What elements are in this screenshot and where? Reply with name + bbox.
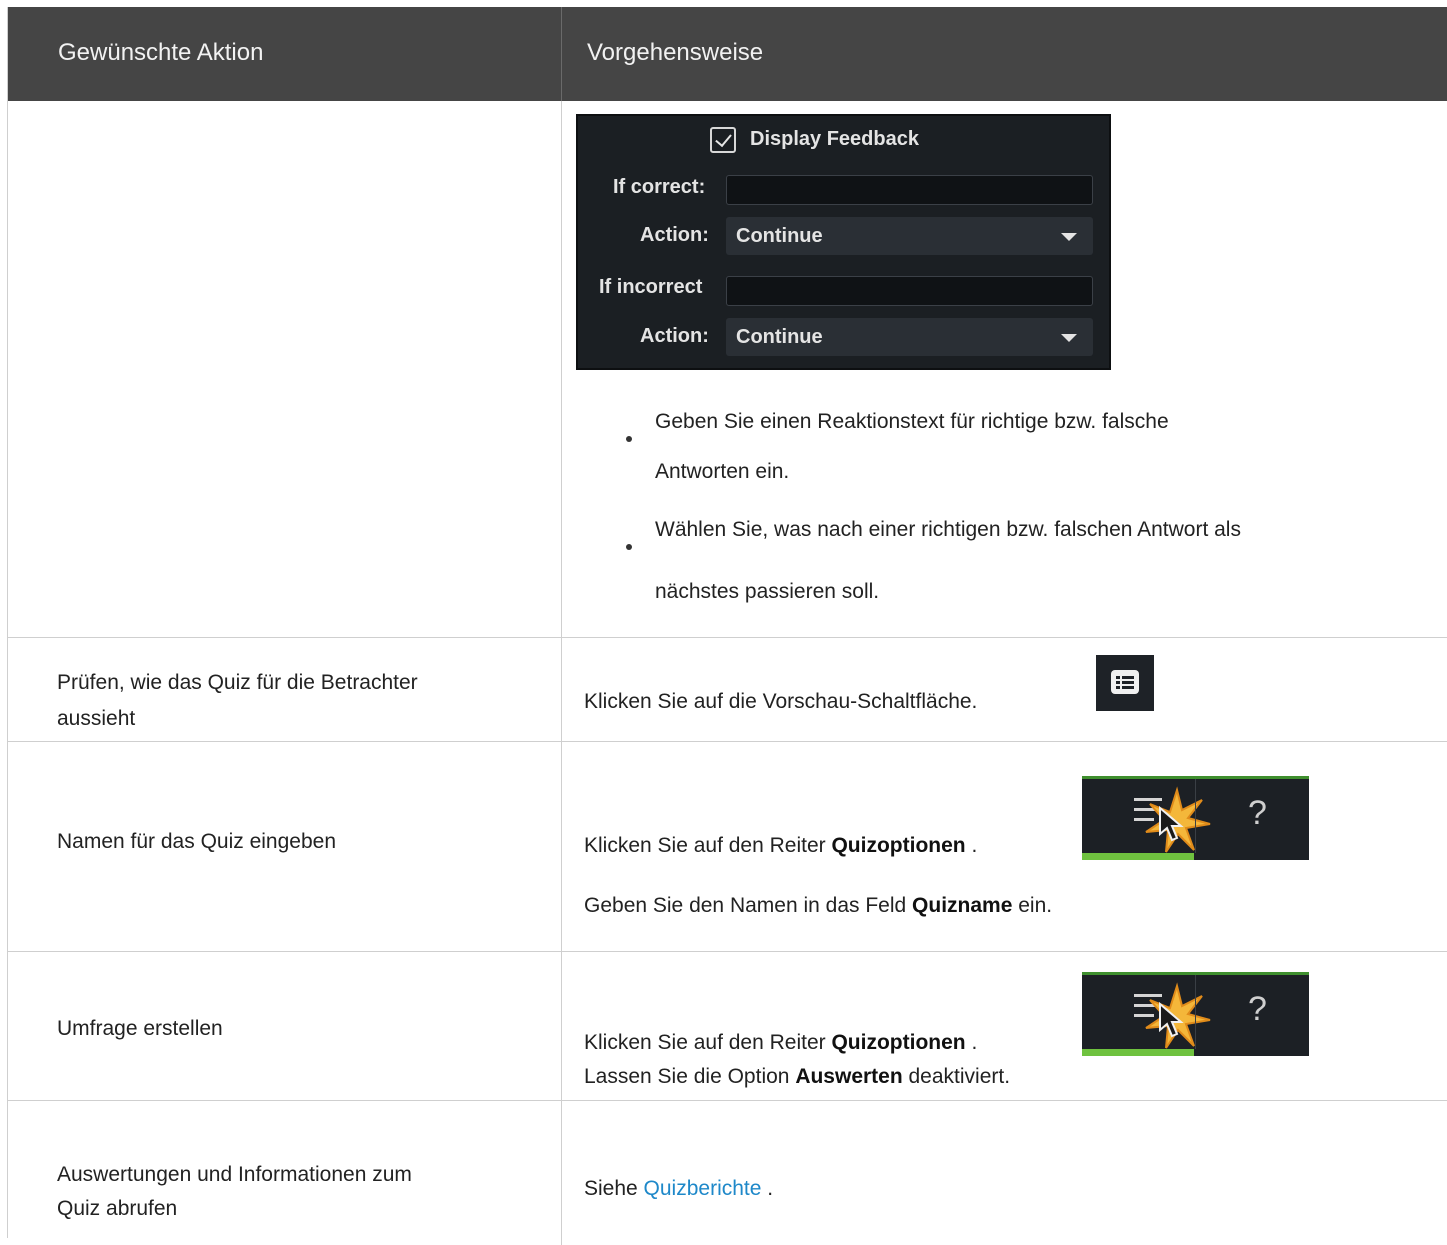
- feedback-settings-screenshot: Display Feedback If correct: Action: Con…: [576, 114, 1111, 370]
- preview-step: Klicken Sie auf die Vorschau-Schaltfläch…: [584, 690, 978, 713]
- bullet2-line1: Wählen Sie, was nach einer richtigen bzw…: [655, 518, 1241, 541]
- quiz-reports-link[interactable]: Quizberichte: [644, 1177, 762, 1200]
- action2-label: Action:: [640, 325, 709, 347]
- if-correct-field: [726, 175, 1093, 205]
- question-mark-icon: ?: [1248, 794, 1267, 832]
- quiz-options-tab-screenshot: ?: [1082, 972, 1309, 1056]
- action2-value: Continue: [736, 326, 823, 348]
- tab-separator: [1195, 779, 1196, 853]
- step2-pre: Lassen Sie die Option: [584, 1065, 796, 1088]
- chevron-down-icon: [1061, 233, 1077, 241]
- display-feedback-checkbox: [710, 127, 736, 153]
- quiz-name-action: Namen für das Quiz eingeben: [57, 830, 336, 853]
- action2-select: Continue: [726, 318, 1093, 356]
- tab-separator: [1195, 975, 1196, 1049]
- preview-button-screenshot: [1096, 655, 1154, 711]
- step1-pre: Klicken Sie auf den Reiter: [584, 1031, 832, 1054]
- quiz-options-bold: Quizoptionen: [831, 1031, 966, 1054]
- display-feedback-label: Display Feedback: [750, 128, 919, 150]
- quiz-name-step1: Klicken Sie auf den Reiter Quizoptionen …: [584, 830, 977, 862]
- reports-step-pre: Siehe: [584, 1177, 644, 1200]
- tab-active-indicator: [1082, 1049, 1194, 1056]
- step1-post: .: [965, 834, 978, 857]
- step2-post: deaktiviert.: [902, 1065, 1011, 1088]
- reports-step: Siehe Quizberichte .: [584, 1173, 773, 1205]
- if-incorrect-label: If incorrect: [599, 276, 703, 298]
- quiz-options-tab-screenshot: ?: [1082, 776, 1309, 860]
- if-incorrect-field: [726, 276, 1093, 306]
- header-separator: [561, 7, 562, 101]
- mouse-pointer-icon: [1159, 806, 1184, 842]
- reports-action-line2: Quiz abrufen: [57, 1197, 178, 1220]
- bullet-icon: [626, 436, 632, 442]
- preview-action-line1: Prüfen, wie das Quiz für die Betrachter: [57, 671, 418, 694]
- reports-action-line1: Auswertungen und Informationen zum: [57, 1163, 412, 1186]
- preview-list-icon: [1111, 670, 1139, 694]
- quiz-options-bold: Quizoptionen: [831, 834, 966, 857]
- evaluate-bold: Auswerten: [795, 1065, 903, 1088]
- header-col-procedure: Vorgehensweise: [587, 39, 764, 66]
- bullet2-line2: nächstes passieren soll.: [655, 580, 880, 603]
- mouse-pointer-icon: [1159, 1002, 1184, 1038]
- header-col-action: Gewünschte Aktion: [58, 39, 264, 66]
- step2-post: ein.: [1012, 894, 1053, 917]
- action1-value: Continue: [736, 225, 823, 247]
- reports-step-post: .: [761, 1177, 774, 1200]
- if-correct-label: If correct:: [613, 176, 706, 198]
- chevron-down-icon: [1061, 334, 1077, 342]
- survey-step1: Klicken Sie auf den Reiter Quizoptionen …: [584, 1027, 977, 1059]
- question-mark-icon: ?: [1248, 990, 1267, 1028]
- bullet-icon: [626, 544, 632, 550]
- quiz-name-bold: Quizname: [912, 894, 1013, 917]
- preview-action-line2: aussieht: [57, 707, 136, 730]
- bullet1-line1: Geben Sie einen Reaktionstext für richti…: [655, 410, 1169, 433]
- action1-select: Continue: [726, 217, 1093, 255]
- step2-pre: Geben Sie den Namen in das Feld: [584, 894, 913, 917]
- step1-post: .: [965, 1031, 978, 1054]
- table-header: Gewünschte Aktion Vorgehensweise: [8, 7, 1447, 101]
- quiz-name-step2: Geben Sie den Namen in das Feld Quizname…: [584, 890, 1052, 922]
- bullet1-line2: Antworten ein.: [655, 460, 790, 483]
- survey-action: Umfrage erstellen: [57, 1017, 223, 1040]
- tab-active-indicator: [1082, 853, 1194, 860]
- survey-step2: Lassen Sie die Option Auswerten deaktivi…: [584, 1061, 1010, 1093]
- step1-pre: Klicken Sie auf den Reiter: [584, 834, 832, 857]
- action1-label: Action:: [640, 224, 709, 246]
